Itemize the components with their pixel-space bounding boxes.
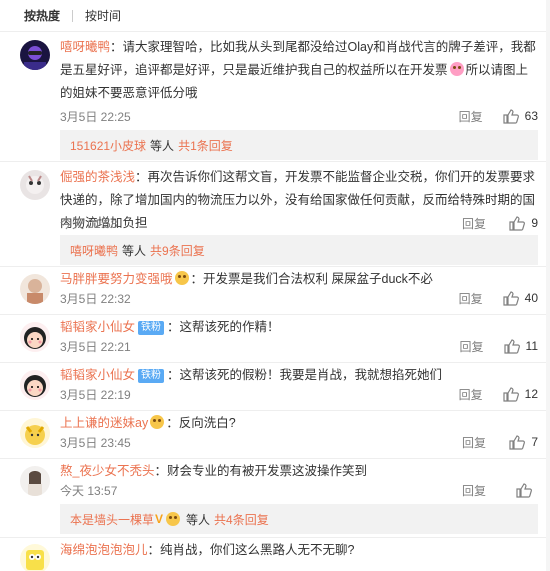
comment-item: 上上谦的迷妹ay ：反向洗白? 3月5日 23:45 回复 7	[0, 411, 550, 459]
comment-meta: 3月5日 22:32 回复 40	[60, 288, 538, 308]
like-button[interactable]: 63	[503, 108, 538, 124]
smile-emoji-icon	[150, 415, 165, 429]
reply-summary[interactable]: 嘻呀曦鸭 等人 共9条回复	[60, 235, 538, 265]
comment-time: 今天 13:57	[60, 483, 118, 498]
smile-emoji-icon	[166, 512, 181, 526]
fan-badge: 铁粉	[138, 321, 165, 335]
comment-meta: 3月5日 22:21 回复 11	[60, 336, 538, 356]
reply-button[interactable]: 回复	[462, 215, 486, 232]
comment-item: 倔强的茶浅浅：再次告诉你们这帮文盲，开发票不能监督企业交税，你们开的发票要求快递…	[0, 162, 550, 267]
comment-username[interactable]: 倔强的茶浅浅	[60, 170, 135, 184]
thumbs-up-icon	[503, 290, 519, 306]
like-count: 9	[531, 216, 538, 230]
sort-by-hot-tab[interactable]: 按热度	[24, 7, 60, 24]
sort-bar: 按热度 按时间	[0, 0, 550, 32]
reply-summary-user[interactable]: 151621小皮球	[70, 137, 146, 154]
avatar[interactable]	[20, 418, 50, 448]
reply-button[interactable]: 回复	[462, 482, 486, 499]
like-count: 12	[524, 387, 538, 401]
thumbs-up-icon	[503, 386, 519, 402]
avatar[interactable]	[20, 274, 50, 304]
avatar[interactable]	[20, 322, 50, 352]
thumbs-up-icon	[509, 434, 526, 450]
comment-meta: 今天 13:57 回复	[60, 480, 538, 500]
like-button[interactable]: 7	[506, 434, 538, 450]
comment-body: 这帮该死的假粉！我要是肖战，我就想掐死她们	[179, 368, 443, 382]
like-count: 11	[525, 339, 538, 353]
reply-button[interactable]: 回复	[460, 338, 484, 355]
like-count: 7	[531, 435, 538, 449]
comment-item: 熬_夜少女不秃头：财会专业的有被开发票这波操作笑到 今天 13:57 回复 本是…	[0, 459, 550, 538]
comment-item: 马胖胖要努力变强哦 ：开发票是我们合法权利 屎屎盆子duck不必 3月5日 22:…	[0, 267, 550, 315]
comment-time: 3月5日 22:32	[60, 291, 131, 306]
comment-meta: 3月5日 22:19 回复 12	[60, 384, 538, 404]
comment-username[interactable]: 上上谦的迷妹ay	[60, 416, 148, 430]
comment-time: 今天 01:58	[60, 216, 118, 231]
reply-summary-text: 等人	[150, 138, 175, 153]
sort-by-time-tab[interactable]: 按时间	[85, 7, 121, 24]
comment-username[interactable]: 马胖胖要努力变强哦	[60, 272, 173, 286]
avatar[interactable]	[20, 40, 50, 70]
comment-time: 3月5日 22:25	[60, 109, 131, 124]
like-button[interactable]	[506, 482, 538, 498]
reply-button[interactable]: 回复	[462, 434, 486, 451]
comment-username[interactable]: 嘻呀曦鸭	[60, 40, 110, 54]
thumbs-up-icon	[503, 338, 520, 354]
comment-item: 海绵泡泡泡泡儿：纯肖战，你们这么黑路人无不无聊?	[0, 538, 550, 571]
comment-text: 海绵泡泡泡泡儿：纯肖战，你们这么黑路人无不无聊?	[60, 543, 355, 557]
reply-count-link[interactable]: 共9条回复	[150, 242, 205, 259]
comment-body: 请大家理智哈，比如我从头到尾都没给过Olay和肖战代言的牌子差评，我都是五星好评…	[60, 40, 536, 77]
verified-v-icon: V	[155, 512, 164, 526]
reply-summary-user[interactable]: 本是墙头一棵草	[70, 511, 154, 528]
reply-button[interactable]: 回复	[459, 290, 483, 307]
like-button[interactable]: 9	[506, 215, 538, 231]
comment-time: 3月5日 22:19	[60, 387, 131, 402]
avatar[interactable]	[20, 466, 50, 496]
comment-body: 纯肖战，你们这么黑路人无不无聊?	[160, 543, 355, 557]
like-count: 40	[524, 291, 538, 305]
like-button[interactable]: 11	[503, 338, 538, 354]
comment-meta: 今天 01:58 回复 9	[60, 213, 538, 233]
reply-button[interactable]: 回复	[459, 108, 483, 125]
comment-time: 3月5日 22:21	[60, 339, 131, 354]
reply-button[interactable]: 回复	[459, 386, 483, 403]
reply-count-link[interactable]: 共4条回复	[214, 511, 269, 528]
reply-summary-user[interactable]: 嘻呀曦鸭	[70, 242, 118, 259]
like-count: 63	[524, 109, 538, 123]
kiss-emoji-icon	[449, 62, 464, 76]
reply-summary-text: 等人	[186, 512, 211, 527]
sort-divider	[72, 9, 74, 22]
reply-summary[interactable]: 151621小皮球 等人 共1条回复	[60, 130, 538, 160]
reply-summary[interactable]: 本是墙头一棵草 V 等人 共4条回复	[60, 504, 538, 534]
comment-body: 反向洗白?	[178, 416, 236, 430]
comment-meta: 3月5日 22:25 回复 63	[60, 106, 538, 126]
like-button[interactable]: 12	[503, 386, 538, 402]
comment-body: 财会专业的有被开发票这波操作笑到	[166, 464, 367, 478]
thumbs-up-icon	[516, 482, 532, 498]
reply-count-link[interactable]: 共1条回复	[178, 137, 233, 154]
comment-body: 这帮该死的作精！	[179, 320, 280, 334]
comment-item: 嘻呀曦鸭：请大家理智哈，比如我从头到尾都没给过Olay和肖战代言的牌子差评，我都…	[0, 32, 550, 162]
comment-time: 3月5日 23:45	[60, 435, 131, 450]
comment-text: 嘻呀曦鸭：请大家理智哈，比如我从头到尾都没给过Olay和肖战代言的牌子差评，我都…	[60, 40, 536, 100]
thumbs-up-icon	[509, 215, 526, 231]
avatar[interactable]	[20, 544, 50, 571]
scrollbar[interactable]	[546, 0, 550, 571]
reply-summary-text: 等人	[122, 243, 147, 258]
smile-emoji-icon	[174, 271, 189, 285]
comment-body: 开发票是我们合法权利 屎屎盆子duck不必	[203, 272, 433, 286]
like-button[interactable]: 40	[503, 290, 538, 306]
comment-username[interactable]: 韬韬家小仙女	[60, 368, 135, 382]
avatar[interactable]	[20, 170, 50, 200]
comment-username[interactable]: 海绵泡泡泡泡儿	[60, 543, 148, 557]
comment-username[interactable]: 韬韬家小仙女	[60, 320, 135, 334]
comment-username[interactable]: 熬_夜少女不秃头	[60, 464, 154, 478]
thumbs-up-icon	[503, 108, 519, 124]
comment-item: 韬韬家小仙女 铁粉 ：这帮该死的假粉！我要是肖战，我就想掐死她们 3月5日 22:1…	[0, 363, 550, 411]
comment-item: 韬韬家小仙女 铁粉 ：这帮该死的作精！ 3月5日 22:21 回复 11	[0, 315, 550, 363]
avatar[interactable]	[20, 370, 50, 400]
fan-badge: 铁粉	[138, 369, 165, 383]
comment-meta: 3月5日 23:45 回复 7	[60, 432, 538, 452]
